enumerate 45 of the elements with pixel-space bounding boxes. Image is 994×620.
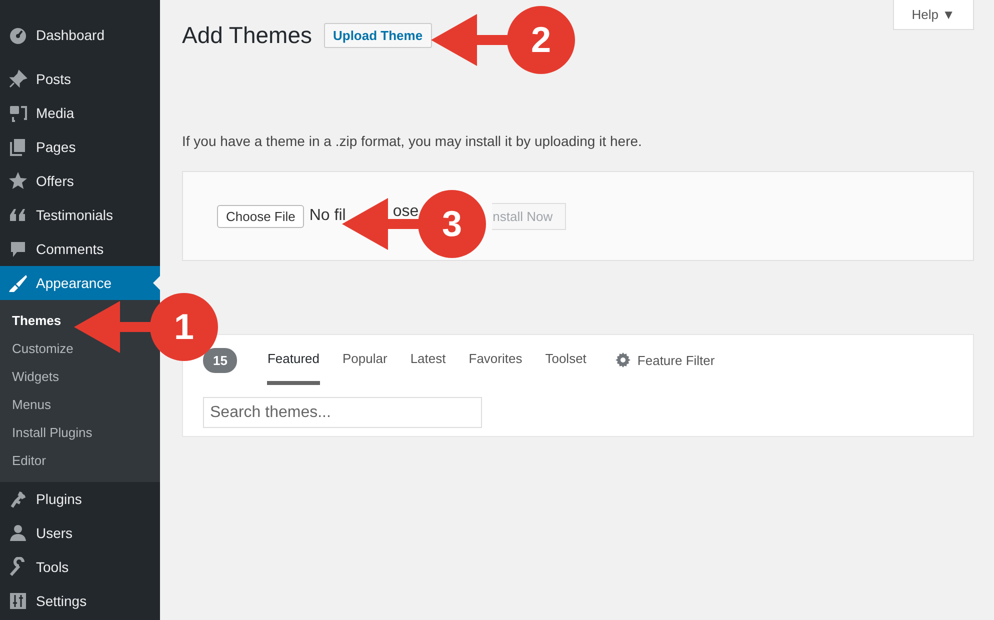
- number-badge: 2: [507, 6, 575, 74]
- upload-description: If you have a theme in a .zip format, you may install it by uploading it here.: [182, 133, 643, 149]
- filter-tab[interactable]: Favorites: [468, 335, 522, 385]
- sidebar-item[interactable]: Media: [0, 96, 160, 130]
- sidebar-item[interactable]: Dashboard: [0, 18, 160, 52]
- choose-file-button[interactable]: Choose File: [217, 204, 304, 228]
- gear-icon: [615, 352, 632, 368]
- submenu-item[interactable]: Editor: [12, 447, 46, 475]
- sliders-icon: [8, 591, 28, 611]
- sidebar-item[interactable]: Pages: [0, 130, 160, 164]
- sidebar-item[interactable]: Settings: [0, 584, 160, 618]
- sidebar-item[interactable]: Tools: [0, 550, 160, 584]
- media-icon: [8, 103, 28, 123]
- submenu-item[interactable]: Menus: [12, 391, 52, 419]
- submenu-item[interactable]: Widgets: [12, 363, 59, 391]
- count-badge: 15: [203, 348, 238, 372]
- gauge-icon: [8, 25, 28, 45]
- sidebar-item[interactable]: Posts: [0, 62, 160, 96]
- filter-tab[interactable]: Popular: [342, 335, 388, 385]
- filter-tab[interactable]: Featured: [267, 335, 320, 385]
- sidebar-item[interactable]: Offers: [0, 164, 160, 198]
- sidebar-item[interactable]: Testimonials: [0, 198, 160, 232]
- filter-tab[interactable]: Latest: [410, 335, 446, 385]
- feature-filter-link[interactable]: Feature Filter: [615, 352, 715, 368]
- upload-theme-button[interactable]: Upload Theme: [324, 22, 432, 48]
- submenu-item[interactable]: Install Plugins: [12, 419, 92, 447]
- user-icon: [8, 523, 28, 543]
- star-icon: [8, 171, 28, 191]
- file-status: ose: [392, 203, 419, 221]
- brush-icon: [8, 273, 28, 293]
- sidebar-item[interactable]: Comments: [0, 232, 160, 266]
- sidebar-item[interactable]: Appearance: [0, 266, 160, 300]
- pages-icon: [8, 137, 28, 157]
- filter-tab[interactable]: Toolset: [545, 335, 586, 385]
- pointer-notch: [153, 276, 160, 290]
- file-status: No fil: [309, 207, 346, 225]
- sidebar-item[interactable]: Users: [0, 516, 160, 550]
- search-field[interactable]: Search themes...: [203, 397, 482, 428]
- page-title: Add Themes: [182, 22, 312, 48]
- sidebar-item[interactable]: Plugins: [0, 482, 160, 516]
- submenu-item[interactable]: Themes: [12, 307, 62, 335]
- speech-bubble-icon: [8, 239, 28, 259]
- help-tab[interactable]: Help ▼: [892, 0, 974, 30]
- pushpin-icon: [8, 69, 28, 89]
- submenu-item[interactable]: Customize: [12, 335, 74, 363]
